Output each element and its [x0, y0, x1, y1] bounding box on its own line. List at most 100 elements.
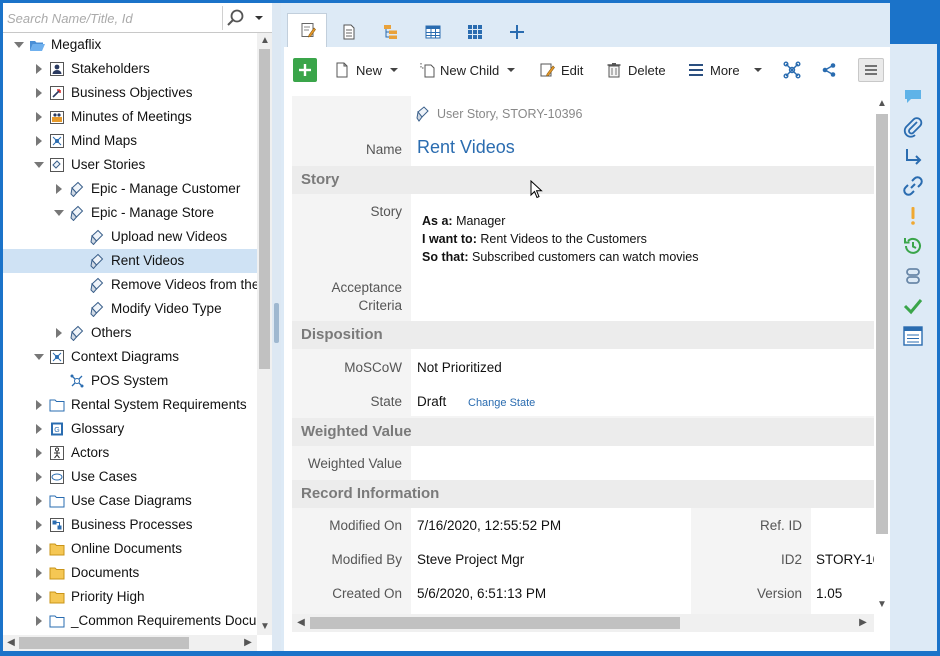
tab-grid[interactable]: [455, 16, 495, 47]
tree-item[interactable]: User Stories: [3, 153, 257, 177]
record-info-section-header[interactable]: Record Information: [292, 480, 874, 508]
scroll-right-arrow[interactable]: ▶: [241, 636, 255, 650]
tree-expand-toggle[interactable]: [33, 423, 45, 435]
tree-collapse-toggle[interactable]: [53, 207, 65, 219]
tree-collapse-toggle[interactable]: [13, 39, 25, 51]
tree-expand-toggle[interactable]: [33, 135, 45, 147]
approve-icon[interactable]: [902, 295, 924, 317]
tab-add[interactable]: [497, 16, 537, 47]
scroll-right-arrow[interactable]: ▶: [856, 616, 870, 630]
tree-item[interactable]: Megaflix: [3, 33, 257, 57]
tab-table[interactable]: [413, 16, 453, 47]
tree-item[interactable]: Others: [3, 321, 257, 345]
tree-item[interactable]: G Glossary: [3, 417, 257, 441]
comment-icon[interactable]: [902, 86, 924, 108]
share-button[interactable]: [821, 58, 837, 82]
attachment-icon[interactable]: [902, 116, 924, 138]
trace-icon[interactable]: [902, 146, 924, 168]
tree-item[interactable]: Rent Videos: [3, 249, 257, 273]
tree-expand-toggle[interactable]: [33, 591, 45, 603]
pane-splitter[interactable]: [272, 3, 281, 651]
tree-item[interactable]: Minutes of Meetings: [3, 105, 257, 129]
tree-item[interactable]: Online Documents: [3, 537, 257, 561]
tree-item[interactable]: Business Objectives: [3, 81, 257, 105]
acceptance-criteria-label-line2: Criteria: [358, 298, 402, 313]
tree-item[interactable]: Stakeholders: [3, 57, 257, 81]
scroll-thumb[interactable]: [876, 114, 888, 534]
tree-expand-toggle[interactable]: [33, 567, 45, 579]
relations-icon[interactable]: [902, 265, 924, 287]
new-child-button[interactable]: New Child: [420, 58, 516, 82]
tree-expand-toggle[interactable]: [33, 447, 45, 459]
search-options-button[interactable]: [252, 12, 266, 24]
scroll-left-arrow[interactable]: ◀: [4, 636, 18, 650]
tree-item[interactable]: POS System: [3, 369, 257, 393]
splitter-grip[interactable]: [274, 303, 279, 343]
tree-expand-toggle[interactable]: [33, 495, 45, 507]
tab-document[interactable]: [329, 16, 369, 47]
tree-item[interactable]: Priority High: [3, 585, 257, 609]
form-vertical-scrollbar[interactable]: ▲ ▼: [874, 96, 890, 614]
tree-expand-toggle[interactable]: [53, 327, 65, 339]
new-button[interactable]: New: [334, 58, 399, 82]
scroll-thumb[interactable]: [259, 49, 270, 369]
tree-expand-toggle[interactable]: [33, 87, 45, 99]
tree-collapse-toggle[interactable]: [33, 159, 45, 171]
tree-item[interactable]: Rental System Requirements: [3, 393, 257, 417]
tree-item[interactable]: Modify Video Type: [3, 297, 257, 321]
weighted-value-field-area[interactable]: [411, 446, 874, 480]
link-icon[interactable]: [902, 175, 924, 197]
panel-menu-button[interactable]: [858, 58, 884, 82]
edit-button[interactable]: Edit: [539, 58, 583, 82]
tree-expand-toggle[interactable]: [33, 543, 45, 555]
history-icon[interactable]: [902, 235, 924, 257]
scroll-down-arrow[interactable]: ▼: [875, 598, 889, 612]
tab-properties[interactable]: [287, 13, 327, 47]
tree-expand-toggle[interactable]: [53, 183, 65, 195]
item-name[interactable]: Rent Videos: [417, 137, 515, 158]
moscow-value[interactable]: Not Prioritized: [417, 360, 502, 375]
search-input[interactable]: [7, 7, 219, 29]
change-state-link[interactable]: Change State: [468, 397, 535, 409]
scroll-up-arrow[interactable]: ▲: [258, 34, 272, 48]
tree-vertical-scrollbar[interactable]: ▲ ▼: [257, 33, 272, 635]
tree-expand-toggle[interactable]: [33, 111, 45, 123]
tree-expand-toggle[interactable]: [33, 471, 45, 483]
tree-item[interactable]: Epic - Manage Customer: [3, 177, 257, 201]
tab-hierarchy[interactable]: [371, 16, 411, 47]
scroll-down-arrow[interactable]: ▼: [258, 620, 272, 634]
tree-expand-toggle[interactable]: [33, 63, 45, 75]
table-list-icon[interactable]: [902, 325, 924, 347]
scroll-thumb[interactable]: [19, 637, 189, 649]
disposition-section-header[interactable]: Disposition: [292, 321, 874, 349]
tree-expand-toggle[interactable]: [33, 519, 45, 531]
tree-item[interactable]: Documents: [3, 561, 257, 585]
add-button[interactable]: [293, 58, 317, 82]
tree-item[interactable]: Actors: [3, 441, 257, 465]
tree-item[interactable]: Epic - Manage Store: [3, 201, 257, 225]
tree-item[interactable]: _Common Requirements Docum: [3, 609, 257, 633]
tree-horizontal-scrollbar[interactable]: ◀ ▶: [3, 635, 257, 651]
tree-item[interactable]: Use Cases: [3, 465, 257, 489]
tree-expand-toggle[interactable]: [33, 615, 45, 627]
tree-expand-toggle[interactable]: [33, 399, 45, 411]
scroll-up-arrow[interactable]: ▲: [875, 97, 889, 111]
form-horizontal-scrollbar[interactable]: ◀ ▶: [292, 614, 874, 632]
scroll-thumb[interactable]: [310, 617, 680, 629]
issue-icon[interactable]: [902, 205, 924, 227]
tree-collapse-toggle[interactable]: [33, 351, 45, 363]
tree-item[interactable]: Upload new Videos: [3, 225, 257, 249]
tree-item[interactable]: Remove Videos from the: [3, 273, 257, 297]
tree-item[interactable]: Business Processes: [3, 513, 257, 537]
delete-button[interactable]: Delete: [606, 58, 666, 82]
weighted-value-section-header[interactable]: Weighted Value: [292, 418, 874, 446]
tree-item[interactable]: Use Case Diagrams: [3, 489, 257, 513]
story-section-header[interactable]: Story: [292, 166, 874, 194]
item-form: User Story, STORY-10396 Name Rent Videos…: [292, 96, 874, 614]
search-button[interactable]: [225, 8, 247, 28]
scroll-left-arrow[interactable]: ◀: [294, 616, 308, 630]
tree-item[interactable]: Mind Maps: [3, 129, 257, 153]
more-menu-button[interactable]: More: [688, 58, 762, 82]
tree-item[interactable]: Context Diagrams: [3, 345, 257, 369]
relationships-button[interactable]: [783, 58, 801, 82]
